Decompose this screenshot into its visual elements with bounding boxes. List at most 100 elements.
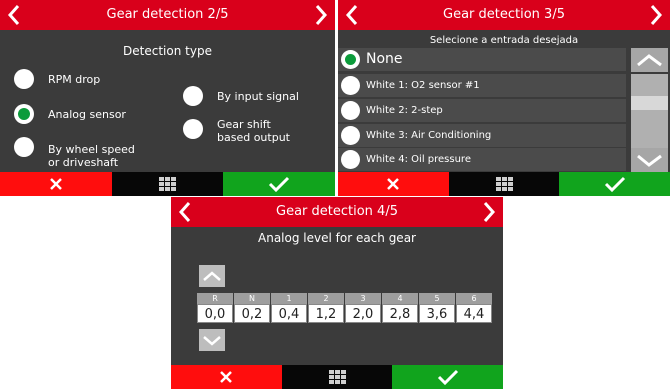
page-title: Gear detection 4/5 — [276, 204, 398, 219]
scroll-up-button[interactable] — [631, 48, 668, 72]
gear-value[interactable]: 2,0 — [345, 304, 381, 323]
header: Gear detection 4/5 — [171, 197, 503, 227]
list-item-white-2[interactable]: White 2: 2-step — [338, 99, 626, 122]
radio-white-4[interactable] — [341, 150, 360, 169]
footer-bar — [171, 365, 503, 389]
chevron-down-icon — [637, 154, 662, 167]
radio-wheel-speed[interactable] — [14, 137, 34, 157]
header: Gear detection 3/5 — [338, 0, 670, 30]
radio-none[interactable] — [341, 50, 360, 69]
list-item-none[interactable]: None — [338, 48, 626, 71]
check-icon — [437, 369, 458, 385]
gear-label: 6 — [456, 293, 492, 304]
next-arrow-icon[interactable] — [309, 0, 333, 30]
grid-icon — [495, 177, 513, 191]
footer-bar — [338, 172, 670, 196]
radio-input-signal[interactable] — [183, 86, 203, 106]
radio-white-1[interactable] — [341, 76, 360, 95]
confirm-button[interactable] — [392, 365, 503, 389]
radio-rpm-drop[interactable] — [14, 69, 34, 89]
screen-gear-detection-2: Gear detection 2/5 Detection type RPM dr… — [0, 0, 335, 196]
list-item-label: White 1: O2 sensor #1 — [366, 80, 480, 91]
option-gear-shift-label-2: based output — [217, 131, 290, 144]
gear-level-3[interactable]: 3 2,0 — [345, 293, 381, 323]
gear-value[interactable]: 0,4 — [271, 304, 307, 323]
cancel-button[interactable] — [338, 172, 449, 196]
decrease-button[interactable] — [199, 329, 225, 351]
radio-gear-shift-output[interactable] — [183, 119, 203, 139]
screen-gear-detection-3: Gear detection 3/5 Selecione a entrada d… — [338, 0, 670, 196]
option-analog-sensor-label: Analog sensor — [48, 108, 126, 121]
radio-analog-sensor[interactable] — [14, 104, 34, 124]
menu-button[interactable] — [448, 172, 560, 196]
list-item-label: White 2: 2-step — [366, 105, 443, 116]
increase-button[interactable] — [199, 265, 225, 287]
confirm-button[interactable] — [559, 172, 670, 196]
list-item-white-3[interactable]: White 3: Air Conditioning — [338, 124, 626, 147]
detection-type-heading: Detection type — [123, 44, 212, 58]
list-item-label: White 3: Air Conditioning — [366, 130, 492, 141]
radio-white-3[interactable] — [341, 126, 360, 145]
page-title: Gear detection 3/5 — [443, 7, 565, 22]
gear-value[interactable]: 1,2 — [308, 304, 344, 323]
x-icon — [49, 178, 62, 190]
confirm-button[interactable] — [223, 172, 335, 196]
option-input-signal-label: By input signal — [217, 90, 299, 103]
back-arrow-icon[interactable] — [2, 0, 26, 30]
check-icon — [604, 176, 625, 192]
list-item-label: None — [366, 51, 403, 67]
radio-white-2[interactable] — [341, 101, 360, 120]
option-rpm-drop-label: RPM drop — [48, 73, 101, 86]
gear-label: R — [197, 293, 233, 304]
gear-label: 4 — [382, 293, 418, 304]
list-item-label: White 4: Oil pressure — [366, 154, 471, 165]
gear-level-4[interactable]: 4 2,8 — [382, 293, 418, 323]
cancel-button[interactable] — [0, 172, 112, 196]
option-gear-shift-label-1: Gear shift — [217, 118, 271, 131]
gear-value[interactable]: 2,8 — [382, 304, 418, 323]
x-icon — [387, 178, 400, 190]
gear-label: 2 — [308, 293, 344, 304]
gear-level-6[interactable]: 6 4,4 — [456, 293, 492, 323]
analog-level-heading: Analog level for each gear — [258, 231, 416, 245]
screen-gear-detection-4: Gear detection 4/5 Analog level for each… — [171, 197, 503, 389]
gear-level-r[interactable]: R 0,0 — [197, 293, 233, 323]
cancel-button[interactable] — [171, 365, 282, 389]
check-icon — [269, 176, 290, 192]
chevron-up-icon — [637, 54, 662, 67]
gear-level-n[interactable]: N 0,2 — [234, 293, 270, 323]
back-arrow-icon[interactable] — [173, 197, 197, 227]
scrollbar-track[interactable] — [631, 74, 668, 148]
gear-value[interactable]: 3,6 — [419, 304, 455, 323]
grid-icon — [159, 177, 176, 191]
grid-icon — [328, 370, 346, 384]
gear-level-2[interactable]: 2 1,2 — [308, 293, 344, 323]
gear-level-1[interactable]: 1 0,4 — [271, 293, 307, 323]
menu-button[interactable] — [111, 172, 224, 196]
list-item-white-1[interactable]: White 1: O2 sensor #1 — [338, 74, 626, 97]
footer-bar — [0, 172, 335, 196]
x-icon — [220, 371, 233, 383]
scrollbar-thumb[interactable] — [631, 96, 668, 110]
next-arrow-icon[interactable] — [644, 0, 668, 30]
gear-label: 3 — [345, 293, 381, 304]
menu-button[interactable] — [281, 365, 393, 389]
option-wheel-speed-label-2: or driveshaft — [48, 156, 119, 169]
option-wheel-speed-label-1: By wheel speed — [48, 143, 135, 156]
header: Gear detection 2/5 — [0, 0, 335, 30]
back-arrow-icon[interactable] — [340, 0, 364, 30]
next-arrow-icon[interactable] — [477, 197, 501, 227]
list-subtitle: Selecione a entrada desejada — [429, 35, 579, 46]
chevron-down-icon — [203, 336, 221, 346]
gear-level-5[interactable]: 5 3,6 — [419, 293, 455, 323]
chevron-up-icon — [203, 271, 221, 281]
scroll-down-button[interactable] — [631, 148, 668, 172]
list-item-white-4[interactable]: White 4: Oil pressure — [338, 148, 626, 171]
gear-label: 1 — [271, 293, 307, 304]
gear-value[interactable]: 4,4 — [456, 304, 492, 323]
gear-value[interactable]: 0,2 — [234, 304, 270, 323]
gear-label: 5 — [419, 293, 455, 304]
gear-value[interactable]: 0,0 — [197, 304, 233, 323]
gear-label: N — [234, 293, 270, 304]
page-title: Gear detection 2/5 — [106, 7, 229, 22]
